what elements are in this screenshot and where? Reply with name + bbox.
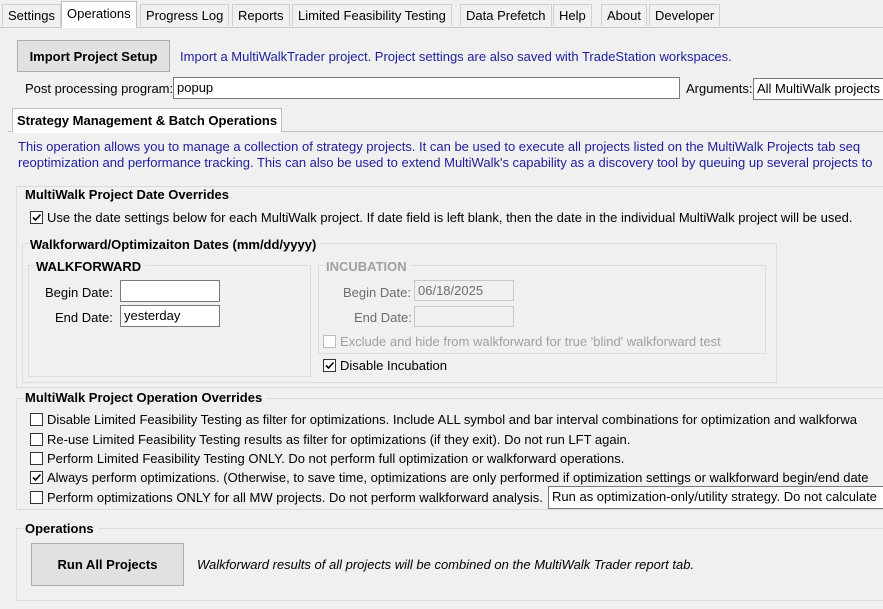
inc-end-date-input[interactable] [414, 306, 514, 327]
operations-note: Walkforward results of all projects will… [197, 557, 695, 572]
tab-developer[interactable]: Developer [649, 4, 721, 26]
optimize-only-checkbox[interactable] [30, 491, 43, 504]
tab-limited-feasibility-testing[interactable]: Limited Feasibility Testing [292, 4, 452, 26]
tab-help[interactable]: Help [553, 4, 592, 26]
exclude-blind-checkbox[interactable] [323, 335, 336, 348]
arguments-label: Arguments: [686, 81, 753, 96]
intro-line-2: reoptimization and performance tracking.… [18, 155, 873, 170]
reuse-lft-label: Re-use Limited Feasibility Testing resul… [47, 432, 631, 447]
wf-end-date-input[interactable]: yesterday [120, 305, 220, 327]
disable-incubation-label: Disable Incubation [340, 358, 447, 373]
always-optimize-label: Always perform optimizations. (Otherwise… [47, 470, 869, 485]
tab-settings[interactable]: Settings [2, 4, 61, 26]
reuse-lft-checkbox[interactable] [30, 433, 43, 446]
import-description: Import a MultiWalkTrader project. Projec… [180, 49, 732, 64]
optimize-only-label: Perform optimizations ONLY for all MW pr… [47, 490, 543, 505]
use-dates-label: Use the date settings below for each Mul… [47, 210, 853, 225]
operation-overrides-title: MultiWalk Project Operation Overrides [25, 390, 267, 405]
wf-dates-title: Walkforward/Optimizaiton Dates (mm/dd/yy… [30, 237, 321, 252]
run-all-projects-button[interactable]: Run All Projects [31, 543, 184, 586]
import-project-setup-button[interactable]: Import Project Setup [17, 40, 170, 72]
tab-about[interactable]: About [601, 4, 647, 26]
inc-end-label: End Date: [354, 310, 412, 325]
operations-title: Operations [25, 521, 98, 536]
post-processing-input[interactable]: popup [173, 77, 680, 99]
wf-begin-date-input[interactable] [120, 280, 220, 302]
intro-line-1: This operation allows you to manage a co… [18, 139, 861, 154]
tab-reports[interactable]: Reports [232, 4, 290, 26]
inc-begin-label: Begin Date: [343, 285, 411, 300]
tab-progress-log[interactable]: Progress Log [140, 4, 230, 26]
tab-operations[interactable]: Operations [61, 1, 137, 28]
walkforward-title: WALKFORWARD [36, 259, 146, 274]
post-processing-label: Post processing program: [25, 81, 174, 96]
tab-strategy-management[interactable]: Strategy Management & Batch Operations [12, 108, 283, 133]
disable-lft-checkbox[interactable] [30, 413, 43, 426]
incubation-title: INCUBATION [326, 259, 411, 274]
always-optimize-checkbox[interactable] [30, 471, 43, 484]
exclude-blind-label: Exclude and hide from walkforward for tr… [340, 334, 721, 349]
use-dates-checkbox[interactable] [30, 211, 43, 224]
lft-only-label: Perform Limited Feasibility Testing ONLY… [47, 451, 625, 466]
wf-begin-label: Begin Date: [45, 285, 113, 300]
disable-lft-label: Disable Limited Feasibility Testing as f… [47, 412, 857, 427]
wf-end-label: End Date: [55, 310, 113, 325]
date-overrides-title: MultiWalk Project Date Overrides [25, 187, 233, 202]
disable-incubation-checkbox[interactable] [323, 359, 336, 372]
lft-only-checkbox[interactable] [30, 452, 43, 465]
main-tab-bar: Settings Operations Progress Log Reports… [0, 0, 883, 28]
optimization-only-input[interactable]: Run as optimization-only/utility strateg… [548, 486, 883, 509]
tab-data-prefetch[interactable]: Data Prefetch [460, 4, 552, 26]
inc-begin-date-input[interactable]: 06/18/2025 [414, 280, 514, 301]
arguments-input[interactable]: All MultiWalk projects [753, 78, 883, 100]
